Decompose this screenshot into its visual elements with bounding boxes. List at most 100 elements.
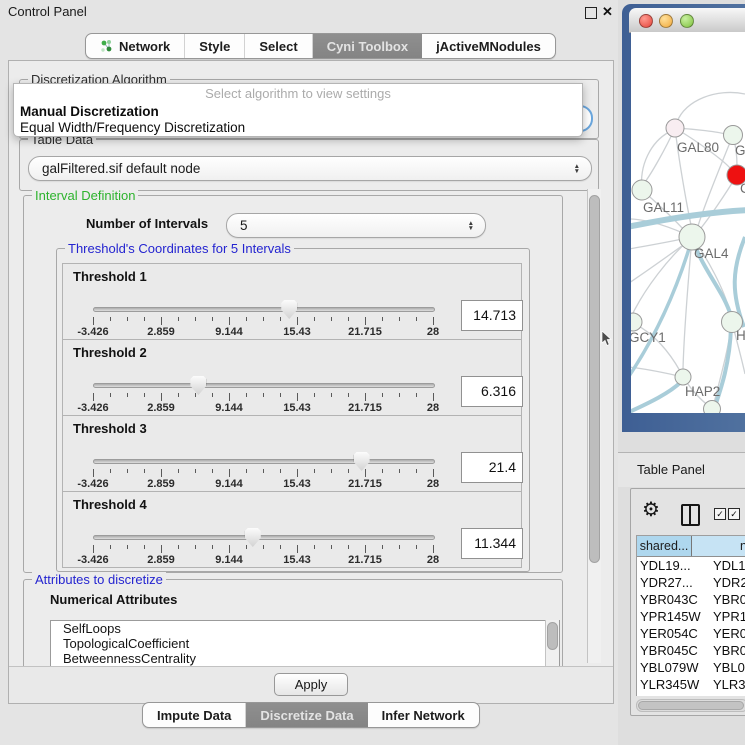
table-cell-name[interactable]: YLR3 [711, 676, 745, 693]
slider-tick-label: 9.144 [215, 326, 243, 338]
table-data-combobox[interactable]: galFiltered.sif default node ▲▼ [28, 156, 592, 181]
close-traffic-light-icon[interactable] [639, 14, 653, 28]
slider-thumb[interactable] [354, 452, 370, 471]
slider-tick [195, 545, 196, 549]
table-cell-shared-name[interactable]: YER054C [637, 625, 711, 642]
apply-button[interactable]: Apply [274, 673, 349, 696]
attributes-list-scrollbar[interactable] [545, 620, 559, 666]
table-cell-name[interactable]: YBR0 [711, 642, 745, 659]
table-cell-shared-name[interactable]: YLR345W [637, 676, 711, 693]
zoom-traffic-light-icon[interactable] [680, 14, 694, 28]
table-cell-shared-name[interactable]: YBL079W [637, 659, 711, 676]
slider-tick [93, 469, 94, 477]
table-cell-name[interactable]: YDR2 [711, 574, 745, 591]
table-horizontal-scrollbar[interactable] [636, 699, 745, 712]
network-node-gal11[interactable] [632, 180, 652, 200]
threshold-value-field[interactable]: 6.316 [461, 376, 523, 407]
slider-thumb[interactable] [190, 376, 206, 395]
table-row[interactable]: YDR27...YDR2 [637, 574, 745, 591]
network-node-g[interactable] [724, 126, 743, 145]
slider-track[interactable] [93, 307, 435, 312]
table-row[interactable]: YER054CYER0 [637, 625, 745, 642]
slider-thumb[interactable] [281, 300, 297, 319]
attribute-list-item-selfloops[interactable]: SelfLoops [51, 621, 559, 636]
table-cell-name[interactable]: YDL1 [711, 557, 745, 574]
cyni-toolbox-panel: Discretization Algorithm Select algorith… [8, 60, 614, 704]
table-row[interactable]: YIL052CYIL0 [637, 693, 745, 696]
slider-track[interactable] [93, 459, 435, 464]
checkbox-icon[interactable]: ✓ [714, 508, 726, 520]
table-cell-shared-name[interactable]: YIL052C [637, 693, 711, 696]
network-node-node-partial[interactable] [704, 401, 721, 414]
tab-impute-data[interactable]: Impute Data [143, 703, 246, 727]
table-row[interactable]: YPR145WYPR1 [637, 608, 745, 625]
table-cell-shared-name[interactable]: YBR043C [637, 591, 711, 608]
network-edge-highlighted[interactable] [631, 381, 682, 413]
table-cell-shared-name[interactable]: YDL19... [637, 557, 711, 574]
slider-thumb[interactable] [245, 528, 261, 547]
threshold-row-1: Threshold 1-3.4262.8599.14415.4321.71528… [62, 263, 522, 340]
tab-style[interactable]: Style [185, 34, 245, 58]
settings-scrollbar-thumb[interactable] [589, 195, 600, 563]
network-node-gal80[interactable] [666, 119, 684, 137]
slider-tick [246, 393, 247, 397]
table-cell-name[interactable]: YPR1 [711, 608, 745, 625]
slider-tick [93, 317, 94, 325]
table-data-selected-value: galFiltered.sif default node [42, 161, 200, 176]
gear-icon[interactable]: ⚙ [642, 500, 660, 520]
network-node-gcy1[interactable] [631, 313, 642, 331]
slider-track[interactable] [93, 535, 435, 540]
table-hscrollbar-thumb[interactable] [638, 701, 744, 710]
column-header-name[interactable]: n [692, 536, 745, 556]
column-header-shared[interactable]: shared... [637, 536, 692, 556]
slider-tick-label: 9.144 [215, 554, 243, 566]
table-cell-shared-name[interactable]: YDR27... [637, 574, 711, 591]
tab-infer-network[interactable]: Infer Network [368, 703, 479, 727]
tab-jactivemnodules[interactable]: jActiveMNodules [422, 34, 555, 58]
table-cell-shared-name[interactable]: YPR145W [637, 608, 711, 625]
threshold-value-field[interactable]: 21.4 [461, 452, 523, 483]
number-of-intervals-combobox[interactable]: 5 ▲▼ [226, 213, 486, 238]
table-row[interactable]: YBR043CYBR0 [637, 591, 745, 608]
slider-tick [178, 393, 179, 397]
slider-tick-label: -3.426 [77, 402, 108, 414]
threshold-value-field[interactable]: 14.713 [461, 300, 523, 331]
numerical-attributes-list[interactable]: SelfLoopsTopologicalCoefficientBetweenne… [50, 620, 560, 668]
tab-discretize-data[interactable]: Discretize Data [246, 703, 367, 727]
algorithm-option-manual-discretization[interactable]: Manual Discretization [14, 103, 582, 119]
table-cell-name[interactable]: YBL0 [711, 659, 745, 676]
slider-tick [110, 545, 111, 549]
tab-select[interactable]: Select [245, 34, 312, 58]
tab-network[interactable]: Network [86, 34, 185, 58]
table-row[interactable]: YBR045CYBR0 [637, 642, 745, 659]
table-row[interactable]: YDL19...YDL1 [637, 557, 745, 574]
table-cell-name[interactable]: YER0 [711, 625, 745, 642]
slider-tick [110, 469, 111, 473]
network-edge[interactable] [677, 92, 745, 122]
close-icon[interactable]: ✕ [602, 4, 613, 20]
algorithm-option-equal-width-frequency-discretization[interactable]: Equal Width/Frequency Discretization [14, 119, 582, 135]
attributes-group: Attributes to discretize Numerical Attri… [23, 579, 563, 666]
checkbox-icon[interactable]: ✓ [728, 508, 740, 520]
table-cell-name[interactable]: YBR0 [711, 591, 745, 608]
table-cell-name[interactable]: YIL0 [711, 693, 745, 696]
threshold-value-field[interactable]: 11.344 [461, 528, 523, 559]
slider-tick [348, 393, 349, 397]
network-canvas[interactable]: GAL80GCGAL11GAL4GCY1HHAP2 [631, 32, 745, 413]
float-window-icon[interactable] [585, 7, 597, 19]
tab-cyni-toolbox[interactable]: Cyni Toolbox [313, 34, 422, 58]
slider-track[interactable] [93, 383, 435, 388]
split-columns-icon[interactable] [681, 504, 700, 526]
table-row[interactable]: YLR345WYLR3 [637, 676, 745, 693]
attributes-scrollbar-thumb[interactable] [547, 622, 558, 650]
table-row[interactable]: YBL079WYBL0 [637, 659, 745, 676]
slider-tick [348, 317, 349, 321]
threshold-row-2: Threshold 2-3.4262.8599.14415.4321.71528… [62, 339, 522, 416]
attribute-list-item-betweennesscentrality[interactable]: BetweennessCentrality [51, 651, 559, 666]
network-node-hap2[interactable] [675, 369, 691, 385]
attribute-list-item-topologicalcoefficient[interactable]: TopologicalCoefficient [51, 636, 559, 651]
settings-scrollbar[interactable] [587, 189, 601, 663]
minimize-traffic-light-icon[interactable] [659, 14, 673, 28]
number-of-intervals-label: Number of Intervals [86, 216, 208, 231]
table-cell-shared-name[interactable]: YBR045C [637, 642, 711, 659]
